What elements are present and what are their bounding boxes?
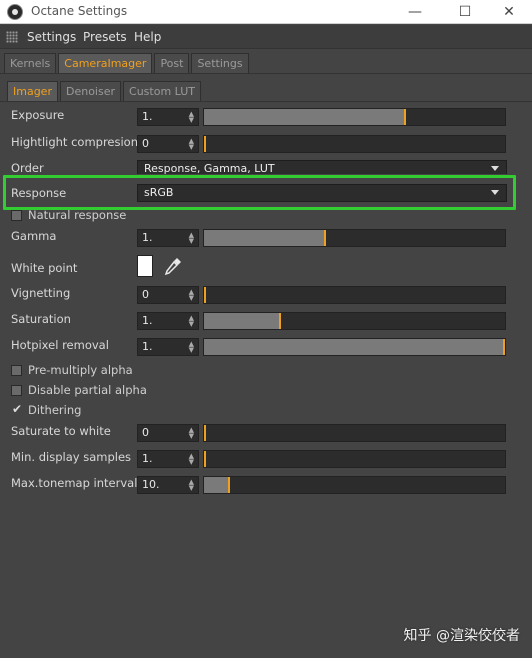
premultiply-label: Pre-multiply alpha <box>28 363 133 377</box>
window-title: Octane Settings <box>31 4 128 18</box>
subtab-divider <box>0 101 532 102</box>
disable-partial-label: Disable partial alpha <box>28 383 147 397</box>
spinner-arrows-icon[interactable]: ▲ ▼ <box>189 315 194 328</box>
menu-settings[interactable]: Settings <box>27 30 76 44</box>
saturation-input[interactable]: 1. ▲ ▼ <box>137 312 199 330</box>
exposure-slider[interactable] <box>203 108 506 126</box>
menu-help[interactable]: Help <box>134 30 161 44</box>
watermark: 知乎 @渲染佼佼者 <box>403 628 520 644</box>
close-button[interactable]: ✕ <box>486 0 532 24</box>
exposure-label: Exposure <box>11 108 65 122</box>
vignetting-slider[interactable] <box>203 286 506 304</box>
min-display-row: Min. display samples 1. ▲ ▼ <box>0 450 532 470</box>
order-dropdown[interactable]: Response, Gamma, LUT <box>137 160 507 174</box>
gamma-slider[interactable] <box>203 229 506 247</box>
white-point-swatch[interactable] <box>137 255 153 277</box>
disable-partial-row[interactable]: Disable partial alpha <box>11 382 147 398</box>
vignetting-input[interactable]: 0 ▲ ▼ <box>137 286 199 304</box>
min-display-input[interactable]: 1. ▲ ▼ <box>137 450 199 468</box>
white-point-label: White point <box>11 261 78 275</box>
spinner-arrows-icon[interactable]: ▲ ▼ <box>189 111 194 124</box>
max-tonemap-input[interactable]: 10. ▲ ▼ <box>137 476 199 494</box>
order-label: Order <box>11 161 44 174</box>
minimize-button[interactable]: — <box>392 0 438 24</box>
grip-icon <box>6 31 18 43</box>
hotpixel-input[interactable]: 1. ▲ ▼ <box>137 338 199 356</box>
max-tonemap-row: Max.tonemap interval 10. ▲ ▼ <box>0 476 532 496</box>
dithering-checkbox[interactable] <box>11 402 22 416</box>
maximize-button[interactable]: ☐ <box>442 0 488 24</box>
saturation-slider[interactable] <box>203 312 506 330</box>
hotpixel-slider[interactable] <box>203 338 506 356</box>
min-display-slider[interactable] <box>203 450 506 468</box>
saturation-label: Saturation <box>11 312 71 326</box>
menu-presets[interactable]: Presets <box>83 30 127 44</box>
saturate-white-slider[interactable] <box>203 424 506 442</box>
max-tonemap-slider[interactable] <box>203 476 506 494</box>
menu-bar: Settings Presets Help <box>0 25 532 49</box>
tab-cameraimager[interactable]: CameraImager <box>58 53 153 73</box>
natural-response-row[interactable]: Natural response <box>11 207 126 223</box>
dithering-row[interactable]: Dithering <box>11 402 81 418</box>
exposure-row: Exposure 1. ▲ ▼ <box>0 108 532 128</box>
eyedropper-icon[interactable] <box>162 255 184 277</box>
min-display-label: Min. display samples <box>11 450 132 464</box>
order-row: Order Response, Gamma, LUT <box>0 160 532 174</box>
highlight-row: Hightlight compresion 0 ▲ ▼ <box>0 135 532 155</box>
tab-kernels[interactable]: Kernels <box>4 53 57 73</box>
chevron-down-icon <box>491 190 499 195</box>
main-tabs: Kernels CameraImager Post Settings <box>4 53 251 73</box>
hotpixel-label: Hotpixel removal <box>11 338 109 352</box>
response-row: Response sRGB <box>0 184 532 204</box>
saturate-white-row: Saturate to white 0 ▲ ▼ <box>0 424 532 444</box>
highlight-input[interactable]: 0 ▲ ▼ <box>137 135 199 153</box>
tab-divider <box>0 73 532 74</box>
gamma-label: Gamma <box>11 229 57 243</box>
response-dropdown[interactable]: sRGB <box>137 184 507 202</box>
vignetting-label: Vignetting <box>11 286 71 300</box>
natural-response-label: Natural response <box>28 208 127 222</box>
spinner-arrows-icon[interactable]: ▲ ▼ <box>189 453 194 466</box>
tab-post[interactable]: Post <box>154 53 190 73</box>
sub-tabs: Imager Denoiser Custom LUT <box>7 81 203 101</box>
natural-response-checkbox[interactable] <box>11 209 22 221</box>
saturate-white-label: Saturate to white <box>11 424 111 438</box>
gamma-row: Gamma 1. ▲ ▼ <box>0 229 532 249</box>
response-label: Response <box>11 186 67 200</box>
exposure-input[interactable]: 1. ▲ ▼ <box>137 108 199 126</box>
spinner-arrows-icon[interactable]: ▲ ▼ <box>189 341 194 354</box>
spinner-arrows-icon[interactable]: ▲ ▼ <box>189 479 194 492</box>
premultiply-checkbox[interactable] <box>11 364 22 376</box>
highlight-slider[interactable] <box>203 135 506 153</box>
title-bar: Octane Settings — ☐ ✕ <box>0 0 532 24</box>
tab-settings[interactable]: Settings <box>191 53 249 73</box>
dithering-label: Dithering <box>28 403 82 417</box>
premultiply-row[interactable]: Pre-multiply alpha <box>11 362 133 378</box>
subtab-imager[interactable]: Imager <box>7 81 58 101</box>
spinner-arrows-icon[interactable]: ▲ ▼ <box>189 289 194 302</box>
app-icon <box>7 4 23 20</box>
gamma-input[interactable]: 1. ▲ ▼ <box>137 229 199 247</box>
max-tonemap-label: Max.tonemap interval <box>11 476 138 490</box>
disable-partial-checkbox[interactable] <box>11 384 22 396</box>
spinner-arrows-icon[interactable]: ▲ ▼ <box>189 427 194 440</box>
subtab-custom-lut[interactable]: Custom LUT <box>123 81 202 101</box>
hotpixel-row: Hotpixel removal 1. ▲ ▼ <box>0 338 532 358</box>
highlight-label: Hightlight compresion <box>11 135 139 149</box>
chevron-down-icon <box>491 166 499 171</box>
spinner-arrows-icon[interactable]: ▲ ▼ <box>189 232 194 245</box>
saturation-row: Saturation 1. ▲ ▼ <box>0 312 532 332</box>
vignetting-row: Vignetting 0 ▲ ▼ <box>0 286 532 306</box>
spinner-arrows-icon[interactable]: ▲ ▼ <box>189 138 194 151</box>
subtab-denoiser[interactable]: Denoiser <box>59 81 122 101</box>
saturate-white-input[interactable]: 0 ▲ ▼ <box>137 424 199 442</box>
